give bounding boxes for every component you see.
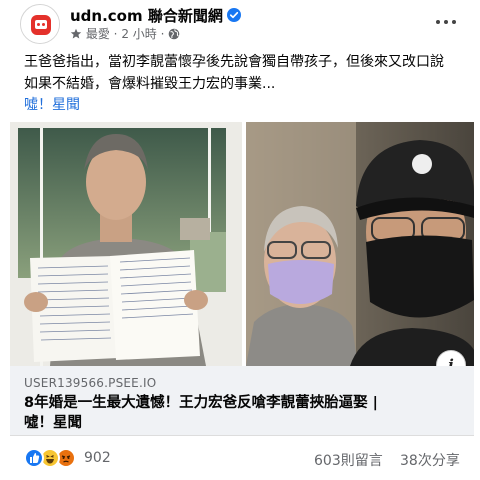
link-preview[interactable]: USER139566.PSEE.IO 8年婚是一生最大遺憾！王力宏爸反嗆李靚蕾挾… (10, 366, 474, 436)
post-body-text: 王爸爸指出，當初李靚蕾懷孕後先說會獨自帶孩子，但後來又改口說 如果不結婚，會爆料… (24, 51, 464, 95)
meta-separator: · (113, 27, 118, 41)
post-body-line: 如果不結婚，會爆料摧毀王力宏的事業... (24, 76, 276, 92)
link-title-line: 8年婚是一生最大遺憾！王力宏爸反嗆李靚蕾挾胎逼娶 | (24, 395, 378, 411)
globe-icon[interactable] (168, 28, 180, 40)
udn-logo-icon (21, 5, 59, 43)
link-title[interactable]: 8年婚是一生最大遺憾！王力宏爸反嗆李靚蕾挾胎逼娶 | 噓！星聞 (24, 393, 464, 433)
post-body-line: 王爸爸指出，當初李靚蕾懷孕後先說會獨自帶孩子，但後來又改口說 (24, 54, 444, 70)
like-icon (24, 448, 44, 468)
post-header: udn.com 聯合新聞網 最愛 · 2 小時 · (0, 0, 480, 48)
post-meta: 最愛 · 2 小時 · (70, 25, 180, 42)
page-name-label[interactable]: udn.com 聯合新聞網 (70, 7, 223, 25)
comment-count-link[interactable]: 603則留言 (314, 450, 383, 470)
page-name[interactable]: udn.com 聯合新聞網 (70, 5, 241, 26)
link-title-line: 噓！星聞 (24, 415, 82, 431)
reaction-icons[interactable] (24, 448, 84, 470)
post-time[interactable]: 2 小時 (121, 27, 156, 41)
verified-badge-icon (226, 8, 241, 22)
link-domain: USER139566.PSEE.IO (24, 376, 157, 390)
favorites-label: 最愛 (85, 27, 110, 41)
meta-separator-2: · (160, 27, 165, 41)
share-count-link[interactable]: 38次分享 (400, 450, 460, 470)
star-icon (70, 28, 82, 40)
news-photo-image (10, 122, 474, 366)
post-image[interactable]: i (10, 122, 474, 366)
more-options-icon[interactable] (432, 8, 460, 36)
engagement-bar: 902 603則留言 38次分享 (0, 444, 480, 474)
reaction-count[interactable]: 902 (84, 450, 111, 466)
page-avatar[interactable] (20, 4, 60, 44)
post-tag-link[interactable]: 噓！星聞 (24, 94, 80, 114)
